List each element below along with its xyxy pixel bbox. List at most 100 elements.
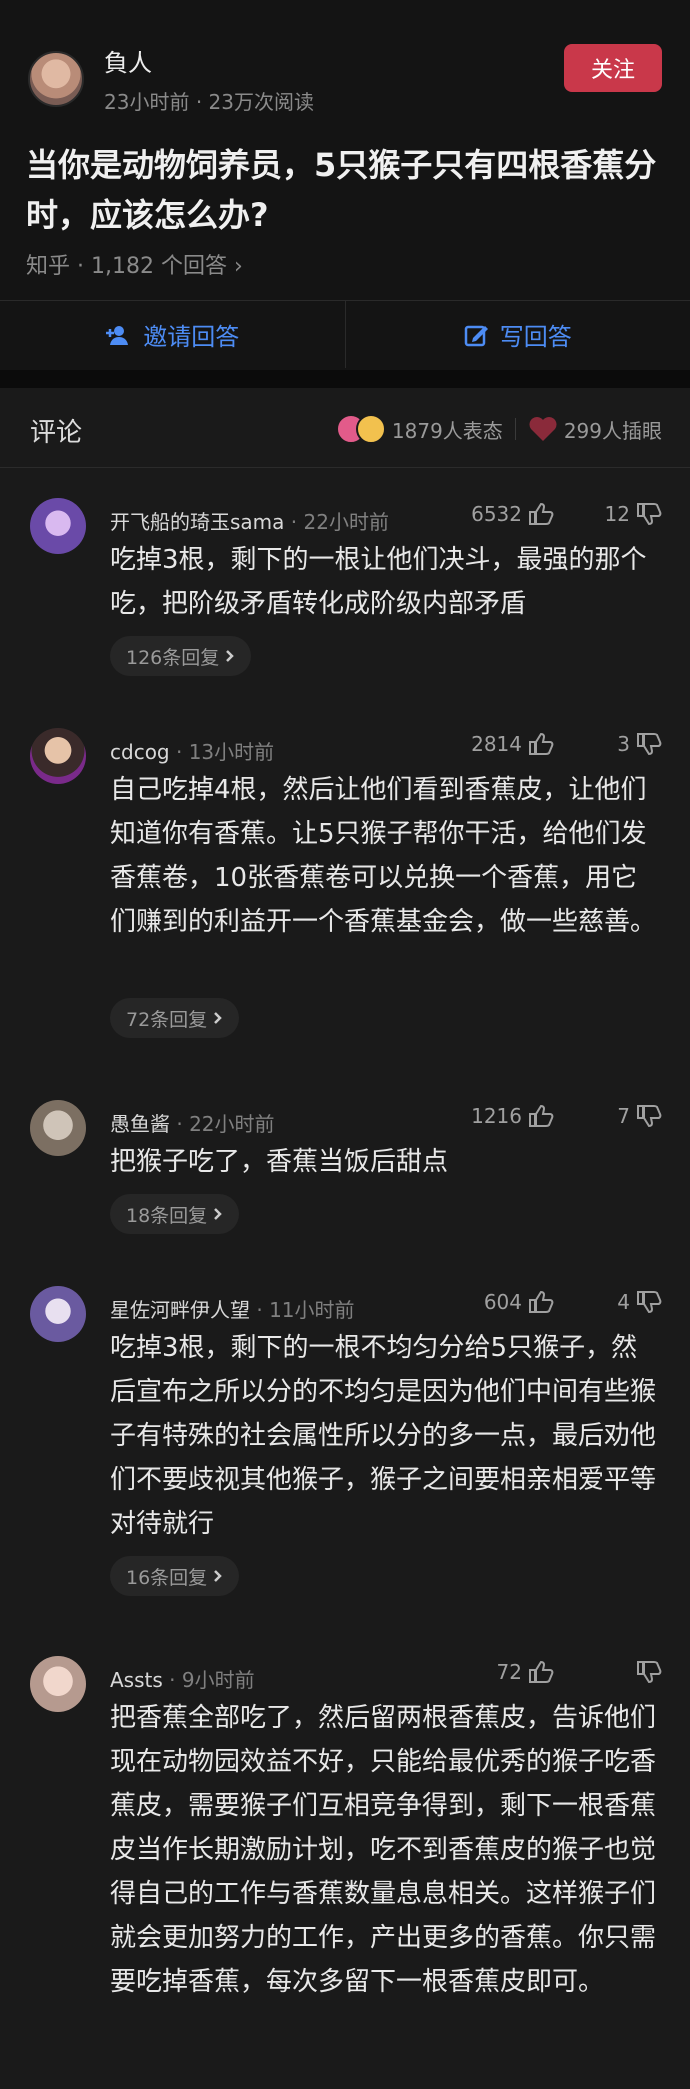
dislike-count: 7 <box>617 1104 630 1128</box>
thumbs-down-icon <box>637 733 662 756</box>
commenter-name[interactable]: 愚鱼酱 · 22小时前 <box>110 1108 275 1137</box>
comment-item: 星佐河畔伊人望 · 11小时前 604 4 吃掉3根，剩下的一根不均匀分给5只猴… <box>0 1286 690 1616</box>
comment-time: · 9小时前 <box>162 1668 255 1692</box>
author-name[interactable]: 負人 <box>104 43 314 78</box>
dislike-count: 12 <box>604 502 630 526</box>
replies-button[interactable]: 72条回复 <box>110 998 240 1038</box>
comment-item: 开飞船的琦玉sama · 22小时前 6532 12 吃掉3根，剩下的一根让他们… <box>0 498 690 698</box>
replies-label: 72条回复 <box>126 1008 208 1031</box>
chevron-right-icon <box>214 1012 222 1024</box>
like-button[interactable]: 604 <box>484 1290 554 1314</box>
comments-header: 评论 1879人表态 299人插眼 <box>0 388 690 468</box>
comment-text: 把猴子吃了，香蕉当饭后甜点 <box>110 1147 449 1177</box>
section-divider <box>0 370 690 388</box>
dislike-count: 3 <box>617 732 630 756</box>
comment-text: 把香蕉全部吃了，然后留两根香蕉皮，告诉他们现在动物园效益不好，只能给最优秀的猴子… <box>110 1703 657 1997</box>
thumbs-up-icon <box>529 1104 554 1127</box>
like-count: 2814 <box>471 732 522 756</box>
comment-time: · 11小时前 <box>250 1298 355 1322</box>
commenter-name-text: 愚鱼酱 <box>110 1112 170 1136</box>
comment-time: · 22小时前 <box>284 510 389 534</box>
like-count: 604 <box>483 1290 522 1314</box>
author-time: 23小时前 <box>104 90 190 114</box>
thumbs-up-icon <box>529 732 554 755</box>
author-row[interactable]: 負人 23小时前 · 23万次阅读 <box>28 44 314 114</box>
commenter-name[interactable]: cdcog · 13小时前 <box>110 736 274 765</box>
question-header: 負人 23小时前 · 23万次阅读 关注 当你是动物饲养员，5只猴子只有四根香蕉… <box>0 0 690 370</box>
author-avatar[interactable] <box>28 51 84 107</box>
thumbs-down-icon <box>637 1105 662 1128</box>
like-count: 1216 <box>471 1104 522 1128</box>
thumbs-up-icon <box>529 1660 554 1683</box>
commenter-name-text: cdcog <box>110 740 170 764</box>
like-button[interactable]: 2814 <box>471 732 554 756</box>
commenter-avatar[interactable] <box>30 498 86 554</box>
commenter-name[interactable]: Assts · 9小时前 <box>110 1664 255 1693</box>
chevron-right-icon <box>226 650 235 662</box>
commenter-avatar[interactable] <box>30 1100 86 1156</box>
comment-item: cdcog · 13小时前 2814 3 自己吃掉4根，然后让他们看到香蕉皮，让… <box>0 728 690 1038</box>
dislike-count: 4 <box>617 1290 630 1314</box>
add-person-icon <box>106 325 129 345</box>
commenter-avatar[interactable] <box>30 728 86 784</box>
comment-time: · 13小时前 <box>169 740 275 764</box>
comment-time: · 22小时前 <box>170 1112 275 1136</box>
chevron-right-icon <box>214 1208 222 1220</box>
edit-icon <box>464 325 488 346</box>
thumbs-down-icon <box>637 1661 662 1684</box>
chevron-right-icon <box>214 1570 222 1582</box>
invite-answer-button[interactable]: 邀请回答 <box>0 301 345 368</box>
comment-text: 自己吃掉4根，然后让他们看到香蕉皮，让他们知道你有香蕉。让5只猴子帮你干活，给他… <box>110 775 657 937</box>
thumbs-down-icon <box>637 503 662 526</box>
reactions-separator <box>514 418 516 440</box>
commenter-name-text: Assts <box>110 1668 163 1692</box>
dislike-button[interactable]: 7 <box>617 1104 662 1128</box>
dislike-button[interactable]: 12 <box>605 502 662 526</box>
like-count: 6532 <box>471 502 522 526</box>
reactions-count: 1879人表态 <box>391 418 503 443</box>
write-answer-button[interactable]: 写回答 <box>344 301 690 368</box>
author-info: 負人 23小时前 · 23万次阅读 <box>104 43 314 115</box>
dislike-button[interactable]: 4 <box>617 1290 662 1314</box>
comment-item: 愚鱼酱 · 22小时前 1216 7 把猴子吃了，香蕉当饭后甜点 18条回复 <box>0 1100 690 1260</box>
like-button[interactable]: 1216 <box>471 1104 554 1128</box>
commenter-name[interactable]: 开飞船的琦玉sama · 22小时前 <box>110 506 389 535</box>
replies-button[interactable]: 18条回复 <box>110 1194 240 1234</box>
like-count: 72 <box>496 1660 522 1684</box>
replies-button[interactable]: 126条回复 <box>110 636 252 676</box>
comments-title: 评论 <box>30 418 83 448</box>
dislike-button[interactable]: 3 <box>617 732 662 756</box>
like-button[interactable]: 6532 <box>471 502 554 526</box>
like-button[interactable]: 72 <box>497 1660 554 1684</box>
question-title[interactable]: 当你是动物饲养员，5只猴子只有四根香蕉分时，应该怎么办? <box>26 140 666 240</box>
author-views: 23万次阅读 <box>208 90 314 114</box>
replies-label: 18条回复 <box>126 1204 208 1227</box>
comments-section: 评论 1879人表态 299人插眼 开飞船的琦玉sama · 22小时前 653… <box>0 388 690 2089</box>
thumbs-up-icon <box>529 1290 554 1313</box>
laugh-reaction-icon <box>355 414 386 444</box>
comment-text: 吃掉3根，剩下的一根不均匀分给5只猴子，然后宣布之所以分的不均匀是因为他们中间有… <box>110 1333 657 1539</box>
author-meta: 23小时前 · 23万次阅读 <box>104 86 314 115</box>
commenter-avatar[interactable] <box>30 1656 86 1712</box>
invite-answer-label: 邀请回答 <box>143 323 240 351</box>
thumbs-down-icon <box>637 1291 662 1314</box>
follow-button[interactable]: 关注 <box>564 44 662 92</box>
comment-item: Assts · 9小时前 72 把香蕉全部吃了，然后留两根香蕉皮，告诉他们现在动… <box>0 1656 690 2086</box>
reactions-summary[interactable]: 1879人表态 299人插眼 <box>335 414 662 444</box>
commenter-avatar[interactable] <box>30 1286 86 1342</box>
meta-dot: · <box>195 90 209 114</box>
commenter-name-text: 星佐河畔伊人望 <box>110 1298 250 1322</box>
question-meta[interactable]: 知乎 · 1,182 个回答 › <box>26 248 243 280</box>
replies-button[interactable]: 16条回复 <box>110 1556 240 1596</box>
thumbs-up-icon <box>529 502 554 525</box>
replies-label: 126条回复 <box>126 646 220 669</box>
dislike-button[interactable] <box>630 1660 662 1684</box>
hearts-count: 299人插眼 <box>563 418 662 443</box>
commenter-name-text: 开飞船的琦玉sama <box>110 510 285 534</box>
action-bar: 邀请回答 写回答 <box>0 300 690 368</box>
commenter-name[interactable]: 星佐河畔伊人望 · 11小时前 <box>110 1294 355 1323</box>
heart-icon <box>529 417 557 441</box>
replies-label: 16条回复 <box>126 1566 208 1589</box>
write-answer-label: 写回答 <box>499 323 572 351</box>
reaction-icons <box>335 414 386 444</box>
